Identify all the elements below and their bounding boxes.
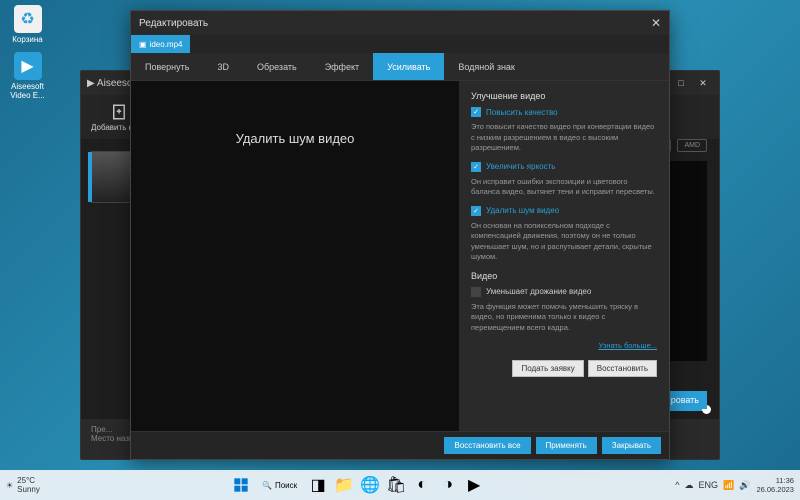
recycle-bin[interactable]: ♻ Корзина [5, 5, 50, 44]
lang-indicator[interactable]: ENG [698, 480, 718, 491]
section-enhance-title: Улучшение видео [471, 91, 657, 101]
app-label: Aiseesoft Video E... [5, 82, 50, 100]
wifi-icon[interactable]: 📶 [723, 480, 734, 491]
recycle-label: Корзина [12, 35, 42, 44]
checkbox-checked-icon[interactable]: ✓ [471, 107, 481, 117]
brightness-option[interactable]: ✓ Увеличить яркость [471, 162, 657, 172]
app-shortcut[interactable]: ▶ Aiseesoft Video E... [5, 52, 50, 100]
editor-titlebar: Редактировать ✕ [131, 11, 669, 35]
app-pin-2[interactable]: ◑ [437, 474, 459, 496]
preview-area: Удалить шум видео [131, 81, 459, 431]
maximize-button[interactable]: □ [671, 75, 691, 91]
file-icon: ▣ [139, 40, 147, 49]
file-plus-icon [110, 103, 128, 121]
tab-enhance[interactable]: Усиливать [373, 53, 444, 80]
desktop-icons: ♻ Корзина ▶ Aiseesoft Video E... [5, 5, 50, 100]
denoise-label: Удалить шум видео [486, 206, 559, 215]
sun-icon: ☀ [6, 481, 13, 490]
search-button[interactable]: 🔍 Поиск [256, 474, 303, 496]
volume-icon[interactable]: 🔊 [739, 480, 750, 491]
weather-text: Sunny [17, 485, 40, 494]
editor-body: Удалить шум видео Улучшение видео ✓ Повы… [131, 81, 669, 431]
app-pin-1[interactable]: ◐ [411, 474, 433, 496]
chevron-up-icon[interactable]: ^ [675, 480, 679, 491]
tray-icons[interactable]: ^ ☁ ENG 📶 🔊 [675, 480, 750, 491]
deshake-option[interactable]: Уменьшает дрожание видео [471, 287, 657, 297]
close-button[interactable]: ✕ [693, 75, 713, 91]
apply-row: Подать заявку Восстановить [471, 360, 657, 377]
upscale-option[interactable]: ✓ Повысить качество [471, 107, 657, 117]
apply-button[interactable]: Применять [536, 437, 597, 454]
file-tabs: ▣ ideo.mp4 [131, 35, 669, 53]
enhance-panel: Улучшение видео ✓ Повысить качество Это … [459, 81, 669, 431]
file-tab-active[interactable]: ▣ ideo.mp4 [131, 35, 190, 53]
checkbox-checked-icon[interactable]: ✓ [471, 162, 481, 172]
file-tab-label: ideo.mp4 [150, 40, 183, 49]
editor-tabs: Повернуть 3D Обрезать Эффект Усиливать В… [131, 53, 669, 81]
tab-rotate[interactable]: Повернуть [131, 53, 203, 80]
close-button[interactable]: Закрывать [602, 437, 661, 454]
datetime[interactable]: 11:36 26.06.2023 [756, 476, 794, 494]
task-view-icon[interactable]: ◨ [307, 474, 329, 496]
taskbar: ☀ 25°C Sunny 🔍 Поиск ◨ 📁 🌐 🛍 ◐ ◑ ▶ ^ ☁ E… [0, 470, 800, 500]
submit-button[interactable]: Подать заявку [512, 360, 583, 377]
weather-widget[interactable]: ☀ 25°C Sunny [6, 476, 40, 494]
edge-icon[interactable]: 🌐 [359, 474, 381, 496]
restore-all-button[interactable]: Восстановить все [444, 437, 530, 454]
taskbar-right: ^ ☁ ENG 📶 🔊 11:36 26.06.2023 [675, 476, 794, 494]
learn-more-link[interactable]: Узнать больше... [471, 341, 657, 350]
explorer-icon[interactable]: 📁 [333, 474, 355, 496]
editor-window: Редактировать ✕ ▣ ideo.mp4 Повернуть 3D … [130, 10, 670, 460]
tab-effect[interactable]: Эффект [311, 53, 373, 80]
app-icon: ▶ [14, 52, 42, 80]
tab-crop[interactable]: Обрезать [243, 53, 311, 80]
upscale-label: Повысить качество [486, 108, 558, 117]
taskbar-left: ☀ 25°C Sunny [6, 476, 40, 494]
checkbox-unchecked-icon[interactable] [471, 287, 481, 297]
time-text: 11:36 [776, 476, 794, 485]
editor-footer: Восстановить все Применять Закрывать [131, 431, 669, 459]
editor-title: Редактировать [139, 18, 208, 29]
store-icon[interactable]: 🛍 [385, 474, 407, 496]
restore-button[interactable]: Восстановить [588, 360, 657, 377]
taskbar-center: 🔍 Поиск ◨ 📁 🌐 🛍 ◐ ◑ ▶ [230, 474, 485, 496]
onedrive-icon[interactable]: ☁ [684, 480, 693, 491]
tab-3d[interactable]: 3D [203, 53, 243, 80]
main-caption: Удалить шум видео [236, 131, 355, 146]
denoise-desc: Он основан на попиксельном подходе с ком… [471, 221, 657, 263]
date-text: 26.06.2023 [756, 485, 794, 494]
upscale-desc: Это повысит качество видео при конвертац… [471, 122, 657, 154]
brightness-label: Увеличить яркость [486, 162, 555, 171]
app-pin-3[interactable]: ▶ [463, 474, 485, 496]
brightness-desc: Он исправит ошибки экспозиции и цветовог… [471, 177, 657, 198]
tab-watermark[interactable]: Водяной знак [444, 53, 528, 80]
deshake-desc: Эта функция может помочь уменьшить тряск… [471, 302, 657, 334]
recycle-icon: ♻ [14, 5, 42, 33]
temp-text: 25°C [17, 476, 40, 485]
deshake-label: Уменьшает дрожание видео [486, 287, 591, 296]
checkbox-checked-icon[interactable]: ✓ [471, 206, 481, 216]
start-button[interactable] [230, 474, 252, 496]
denoise-option[interactable]: ✓ Удалить шум видео [471, 206, 657, 216]
search-label: Поиск [275, 481, 297, 490]
section-video-title: Видео [471, 271, 657, 281]
close-icon[interactable]: ✕ [651, 16, 661, 30]
amd-badge: AMD [677, 139, 707, 152]
